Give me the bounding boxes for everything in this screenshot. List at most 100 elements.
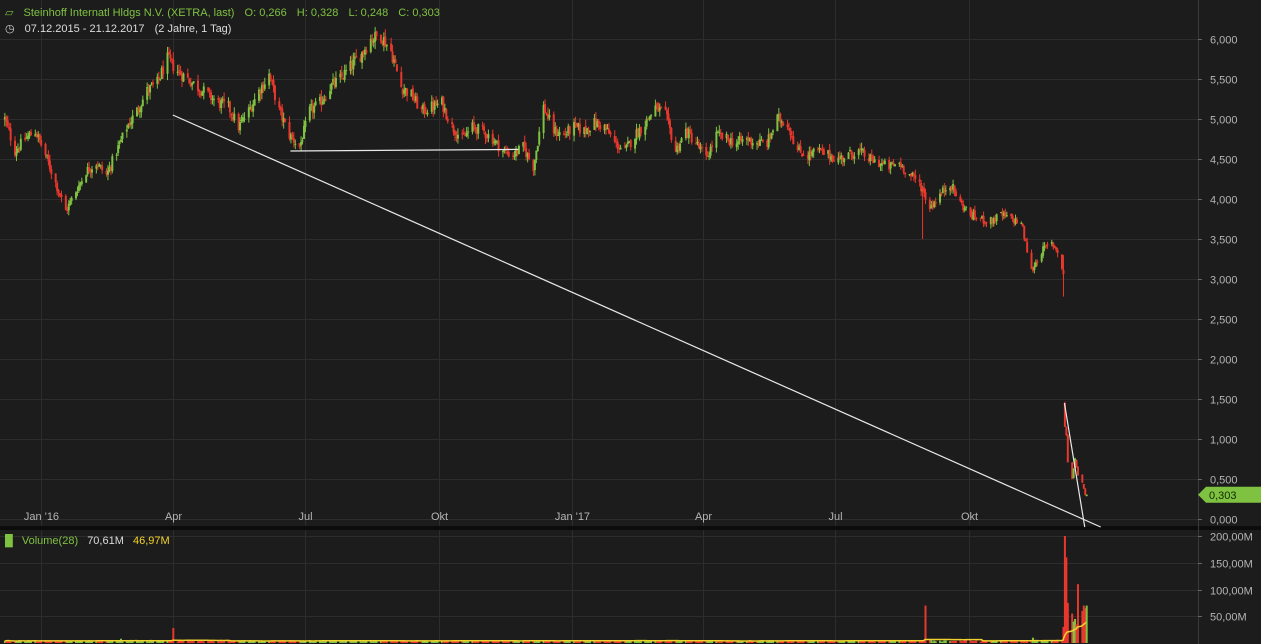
candle-body <box>301 140 304 142</box>
y-tick-label: 4,500 <box>1210 155 1238 167</box>
candle-body <box>172 59 175 72</box>
candle-body <box>196 80 199 91</box>
candle-body <box>833 160 836 162</box>
candle-body <box>217 97 220 100</box>
high-value: H: 0,328 <box>296 7 339 19</box>
x-tick-label: Okt <box>961 511 978 523</box>
candle-body <box>709 146 712 156</box>
candle-body <box>423 104 426 114</box>
y-tick-label: 4,000 <box>1210 195 1238 207</box>
candle-body <box>679 143 682 152</box>
volume-value-1: 70,61M <box>87 535 124 547</box>
candle-body <box>1011 215 1014 220</box>
candle-body <box>1076 466 1079 476</box>
volume-bar <box>833 641 836 643</box>
candle-body <box>111 156 114 172</box>
volume-header: █ Volume(28) 70,61M 46,97M <box>5 535 176 547</box>
candle-body <box>863 149 866 157</box>
candle-body <box>467 131 470 133</box>
candle-body <box>223 98 226 102</box>
candle-body <box>660 107 663 109</box>
candle-body <box>340 72 343 77</box>
candle-body <box>1024 238 1027 241</box>
candle-body <box>609 132 612 135</box>
candle-body <box>64 195 67 211</box>
candle-body <box>558 132 561 136</box>
candle-body <box>375 31 378 37</box>
candle-body <box>965 206 968 208</box>
candle-body <box>735 143 738 148</box>
candle-body <box>772 130 775 133</box>
candle-body <box>29 131 32 136</box>
candle-body <box>115 154 118 156</box>
candle-body <box>1075 459 1078 467</box>
candle-body <box>385 44 388 47</box>
candle-body <box>334 77 337 87</box>
volume-y-tick-label: 100,00M <box>1210 586 1253 598</box>
volume-bar <box>883 641 886 643</box>
candle-body <box>406 88 409 96</box>
candle-body <box>80 181 83 185</box>
candle-body <box>995 214 998 222</box>
candle-body <box>472 122 475 127</box>
candle-body <box>700 147 703 149</box>
candle-body <box>1015 219 1018 224</box>
candle-body <box>711 145 714 148</box>
candle-body <box>202 86 205 93</box>
y-tick-label: 1,000 <box>1210 435 1238 447</box>
candle-body <box>233 113 236 121</box>
candle-body <box>599 125 602 130</box>
candle-body <box>19 138 22 150</box>
candle-body <box>170 58 173 60</box>
date-range: 07.12.2015 - 21.12.2017 <box>24 23 145 35</box>
candle-body <box>789 128 792 136</box>
candle-body <box>38 133 41 141</box>
candle-body <box>1023 226 1026 239</box>
candle-body <box>985 222 988 224</box>
candle-body <box>284 119 287 122</box>
candle-body <box>969 207 972 216</box>
candle-body <box>361 52 364 63</box>
candle-body <box>721 132 724 139</box>
candle-body <box>477 123 480 134</box>
candle-body <box>308 106 311 121</box>
candle-body <box>1030 252 1033 269</box>
candle-body <box>1072 468 1075 478</box>
candle-body <box>780 121 783 123</box>
candle-body <box>330 83 333 90</box>
x-tick-label: Jan '16 <box>24 511 59 523</box>
candle-body <box>435 100 438 106</box>
candle-body <box>300 141 303 146</box>
candle-body <box>741 139 744 142</box>
y-tick-label: 3,000 <box>1210 275 1238 287</box>
candle-body <box>106 170 109 175</box>
stock-chart[interactable]: 6,000 5,500 5,000 4,500 4,000 3,500 3,000 2,500… <box>0 0 1261 644</box>
candle-body <box>1026 241 1029 253</box>
volume-y-tick-label: 150,00M <box>1210 559 1253 571</box>
candle-body <box>120 139 123 142</box>
candle-body <box>178 70 181 72</box>
candle-body <box>345 69 348 71</box>
candle-body <box>975 217 978 220</box>
y-tick-label: 0,500 <box>1210 475 1238 487</box>
candle-body <box>313 106 316 113</box>
candle-body <box>779 113 782 123</box>
x-tick-label: Okt <box>431 511 448 523</box>
candle-body <box>1085 494 1088 497</box>
candle-body <box>329 90 332 100</box>
candle-body <box>680 138 683 143</box>
candle-body <box>149 85 152 93</box>
volume-bar <box>212 641 215 643</box>
candle-body <box>695 143 698 145</box>
volume-bar <box>395 641 398 643</box>
volume-bar <box>721 641 724 643</box>
candle-body <box>812 148 815 152</box>
candle-body <box>272 79 275 87</box>
candle-body <box>644 126 647 135</box>
candle-body <box>544 103 547 114</box>
volume-bar <box>975 640 978 643</box>
candle-body <box>718 131 721 133</box>
candle-body <box>269 75 272 80</box>
candle-body <box>76 191 79 193</box>
candle-body <box>48 160 51 170</box>
